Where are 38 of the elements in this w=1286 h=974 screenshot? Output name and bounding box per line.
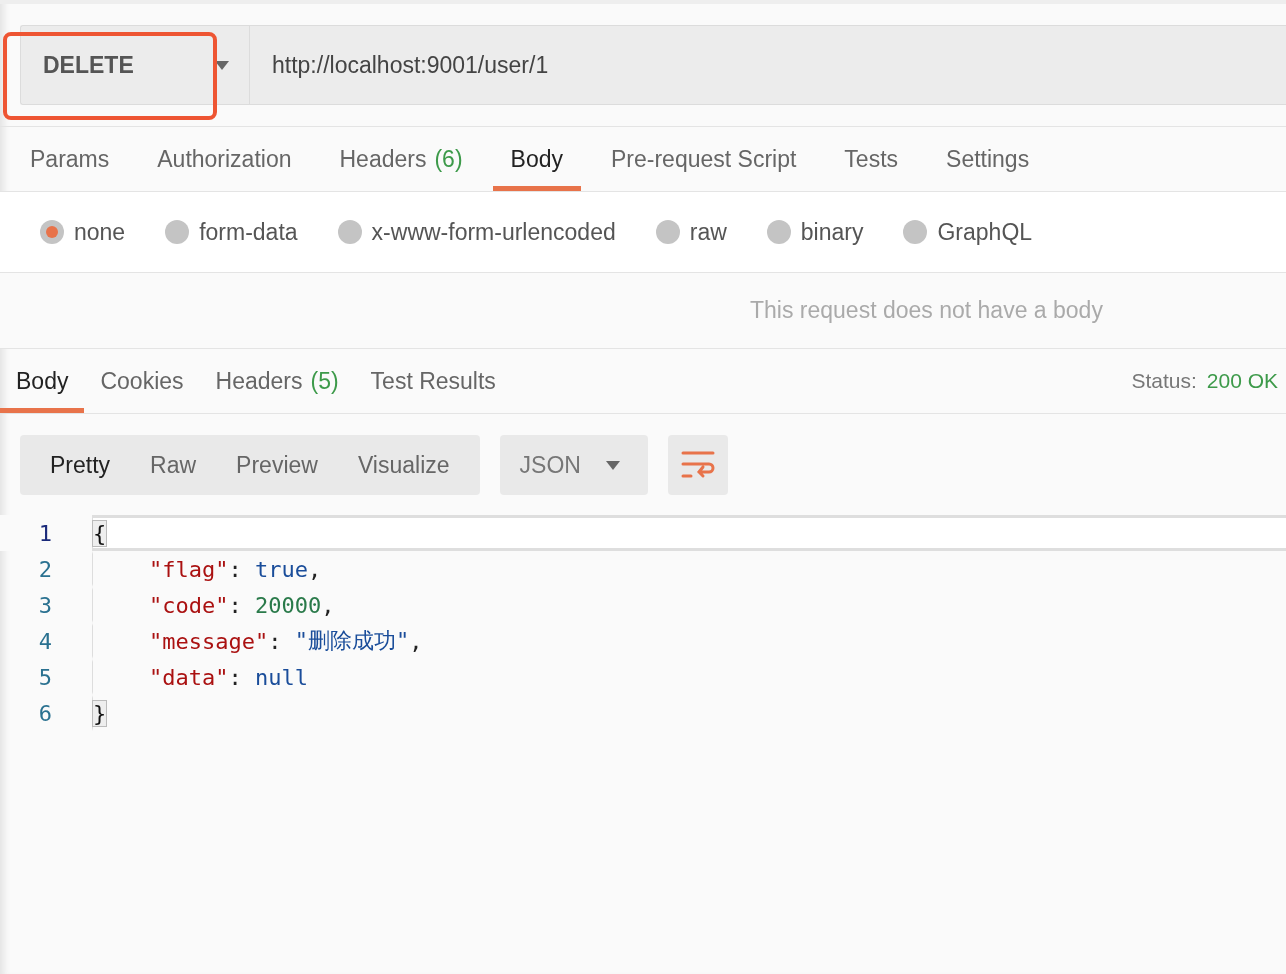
code-line: "data": null (92, 659, 1286, 695)
radio-option[interactable]: x-www-form-urlencoded (337, 218, 616, 246)
code-line: "flag": true, (92, 551, 1286, 587)
tab[interactable]: Test Results (354, 349, 512, 413)
view-mode-tab[interactable]: Preview (216, 435, 338, 495)
tab[interactable]: Headers (5) (199, 349, 355, 413)
view-mode-tab[interactable]: Pretty (30, 435, 131, 495)
line-number: 4 (37, 628, 53, 654)
view-mode-tab[interactable]: Raw (130, 435, 217, 495)
status-label: Status: (1131, 369, 1197, 393)
tab[interactable]: Authorization (139, 127, 310, 191)
tab[interactable]: Params (12, 127, 128, 191)
empty-body-message: This request does not have a body (750, 297, 1103, 324)
code-line: } (92, 695, 1286, 731)
view-mode-tab[interactable]: Visualize (337, 435, 470, 495)
line-number: 2 (37, 556, 53, 582)
radio-option[interactable]: binary (766, 218, 864, 246)
wrap-lines-button[interactable] (667, 435, 728, 495)
status-value: 200 OK (1206, 369, 1278, 393)
wrap-lines-icon (680, 450, 715, 480)
radio-option[interactable]: none (40, 218, 126, 246)
tab[interactable]: Cookies (84, 349, 200, 413)
tab[interactable]: Headers (6) (321, 127, 481, 191)
format-dropdown[interactable]: JSON (499, 435, 648, 495)
code-line: "code": 20000, (92, 587, 1286, 623)
line-number: 6 (37, 700, 53, 726)
radio-option[interactable]: GraphQL (903, 218, 1033, 246)
code-line: "message": "删除成功", (92, 623, 1286, 659)
tab[interactable]: Body (0, 349, 85, 413)
radio-option[interactable]: raw (655, 218, 727, 246)
line-number: 1 (37, 520, 53, 546)
tab[interactable]: Pre-request Script (593, 127, 815, 191)
tab[interactable]: Settings (928, 127, 1048, 191)
caret-icon (605, 460, 620, 470)
line-number: 3 (37, 592, 53, 618)
radio-option[interactable]: form-data (165, 218, 298, 246)
tab[interactable]: Tests (826, 127, 917, 191)
line-number: 5 (37, 664, 53, 690)
